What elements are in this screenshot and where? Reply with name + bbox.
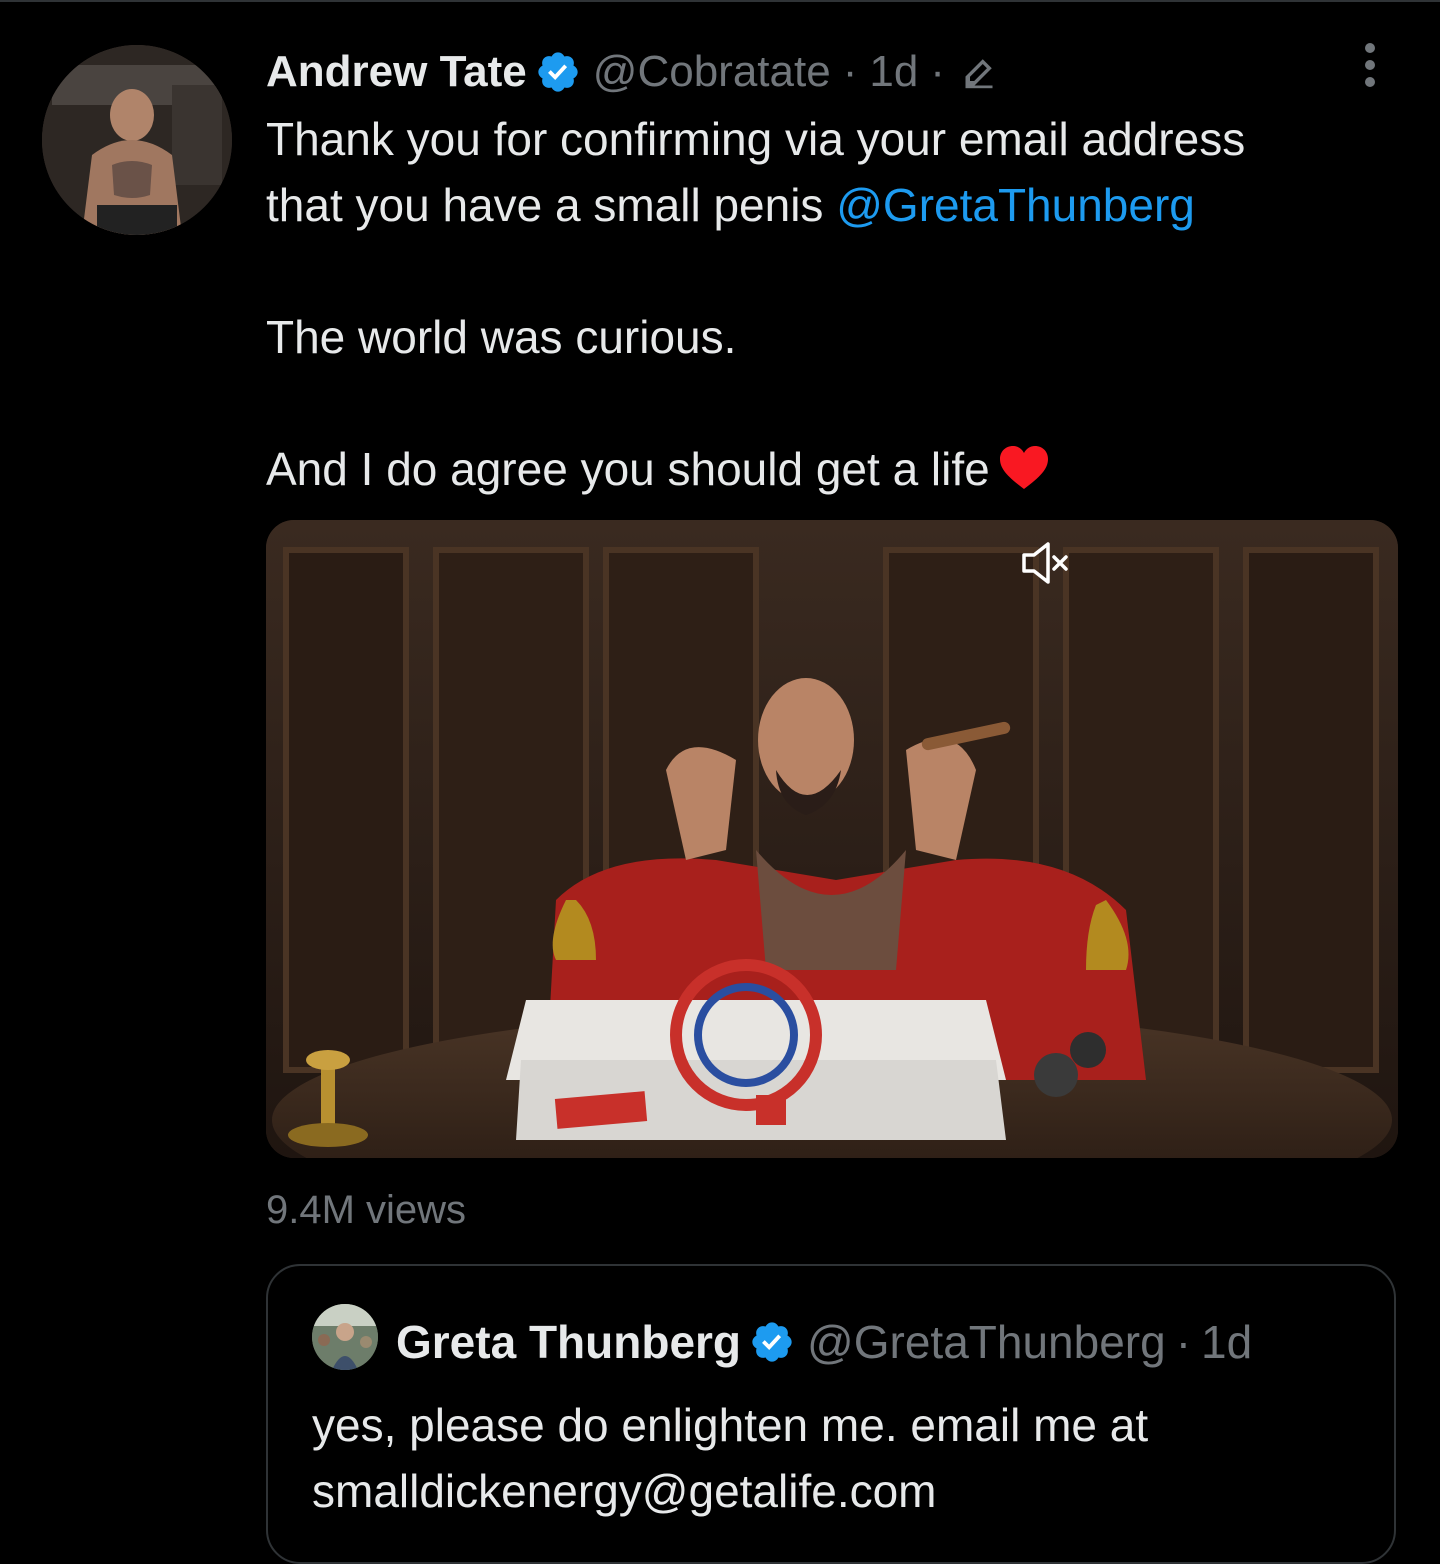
quoted-author-avatar[interactable] [312,1304,378,1370]
author-avatar[interactable] [42,45,232,235]
tweet-text-line: that you have a small penis @GretaThunbe… [266,172,1406,238]
quoted-avatar-photo [312,1304,378,1370]
quoted-tweet-timestamp[interactable]: 1d [1201,1315,1252,1369]
quoted-tweet-header: Greta Thunberg @GretaThunberg · 1d [396,1312,1252,1372]
tweet-header: Andrew Tate @Cobratate · 1d · [266,40,997,104]
mute-speaker-icon[interactable] [1018,538,1072,588]
author-name[interactable]: Andrew Tate [266,47,527,97]
tweet-timestamp[interactable]: 1d [869,47,918,97]
tweet-text-line: The world was curious. [266,311,737,363]
author-handle[interactable]: @Cobratate [593,47,831,97]
tweet-text-fragment: And I do agree you should get a life [266,443,990,495]
avatar-photo [42,45,232,235]
red-heart-emoji-icon [999,446,1048,489]
separator-dot: · [842,47,858,96]
verified-badge-icon [752,1322,792,1362]
tweet-video[interactable] [266,520,1398,1158]
verified-badge-icon [538,52,578,92]
quoted-tweet-body: yes, please do enlighten me. email me at… [312,1392,1372,1524]
mention-link[interactable]: @GretaThunberg [836,179,1195,231]
quoted-text-line: yes, please do enlighten me. email me at [312,1399,1149,1451]
tweet-text-line: And I do agree you should get a life [266,436,1406,502]
quoted-author-handle[interactable]: @GretaThunberg [807,1315,1166,1369]
separator-dot: · [930,47,945,96]
view-count[interactable]: 9.4M views [266,1188,466,1233]
tweet-text-line: Thank you for confirming via your email … [266,113,1246,165]
top-divider [0,0,1440,2]
edit-pencil-icon[interactable] [961,54,997,90]
more-vertical-icon[interactable] [1350,40,1390,90]
tweet-body: Thank you for confirming via your email … [266,106,1406,502]
video-frame [266,520,1398,1158]
tweet-text-fragment: that you have a small penis [266,179,837,231]
separator-dot: · [1175,1316,1192,1368]
quoted-author-name[interactable]: Greta Thunberg [396,1315,741,1369]
quoted-tweet-card[interactable]: Greta Thunberg @GretaThunberg · 1d yes, … [266,1264,1396,1564]
quoted-text-line: smalldickenergy@getalife.com [312,1465,937,1517]
